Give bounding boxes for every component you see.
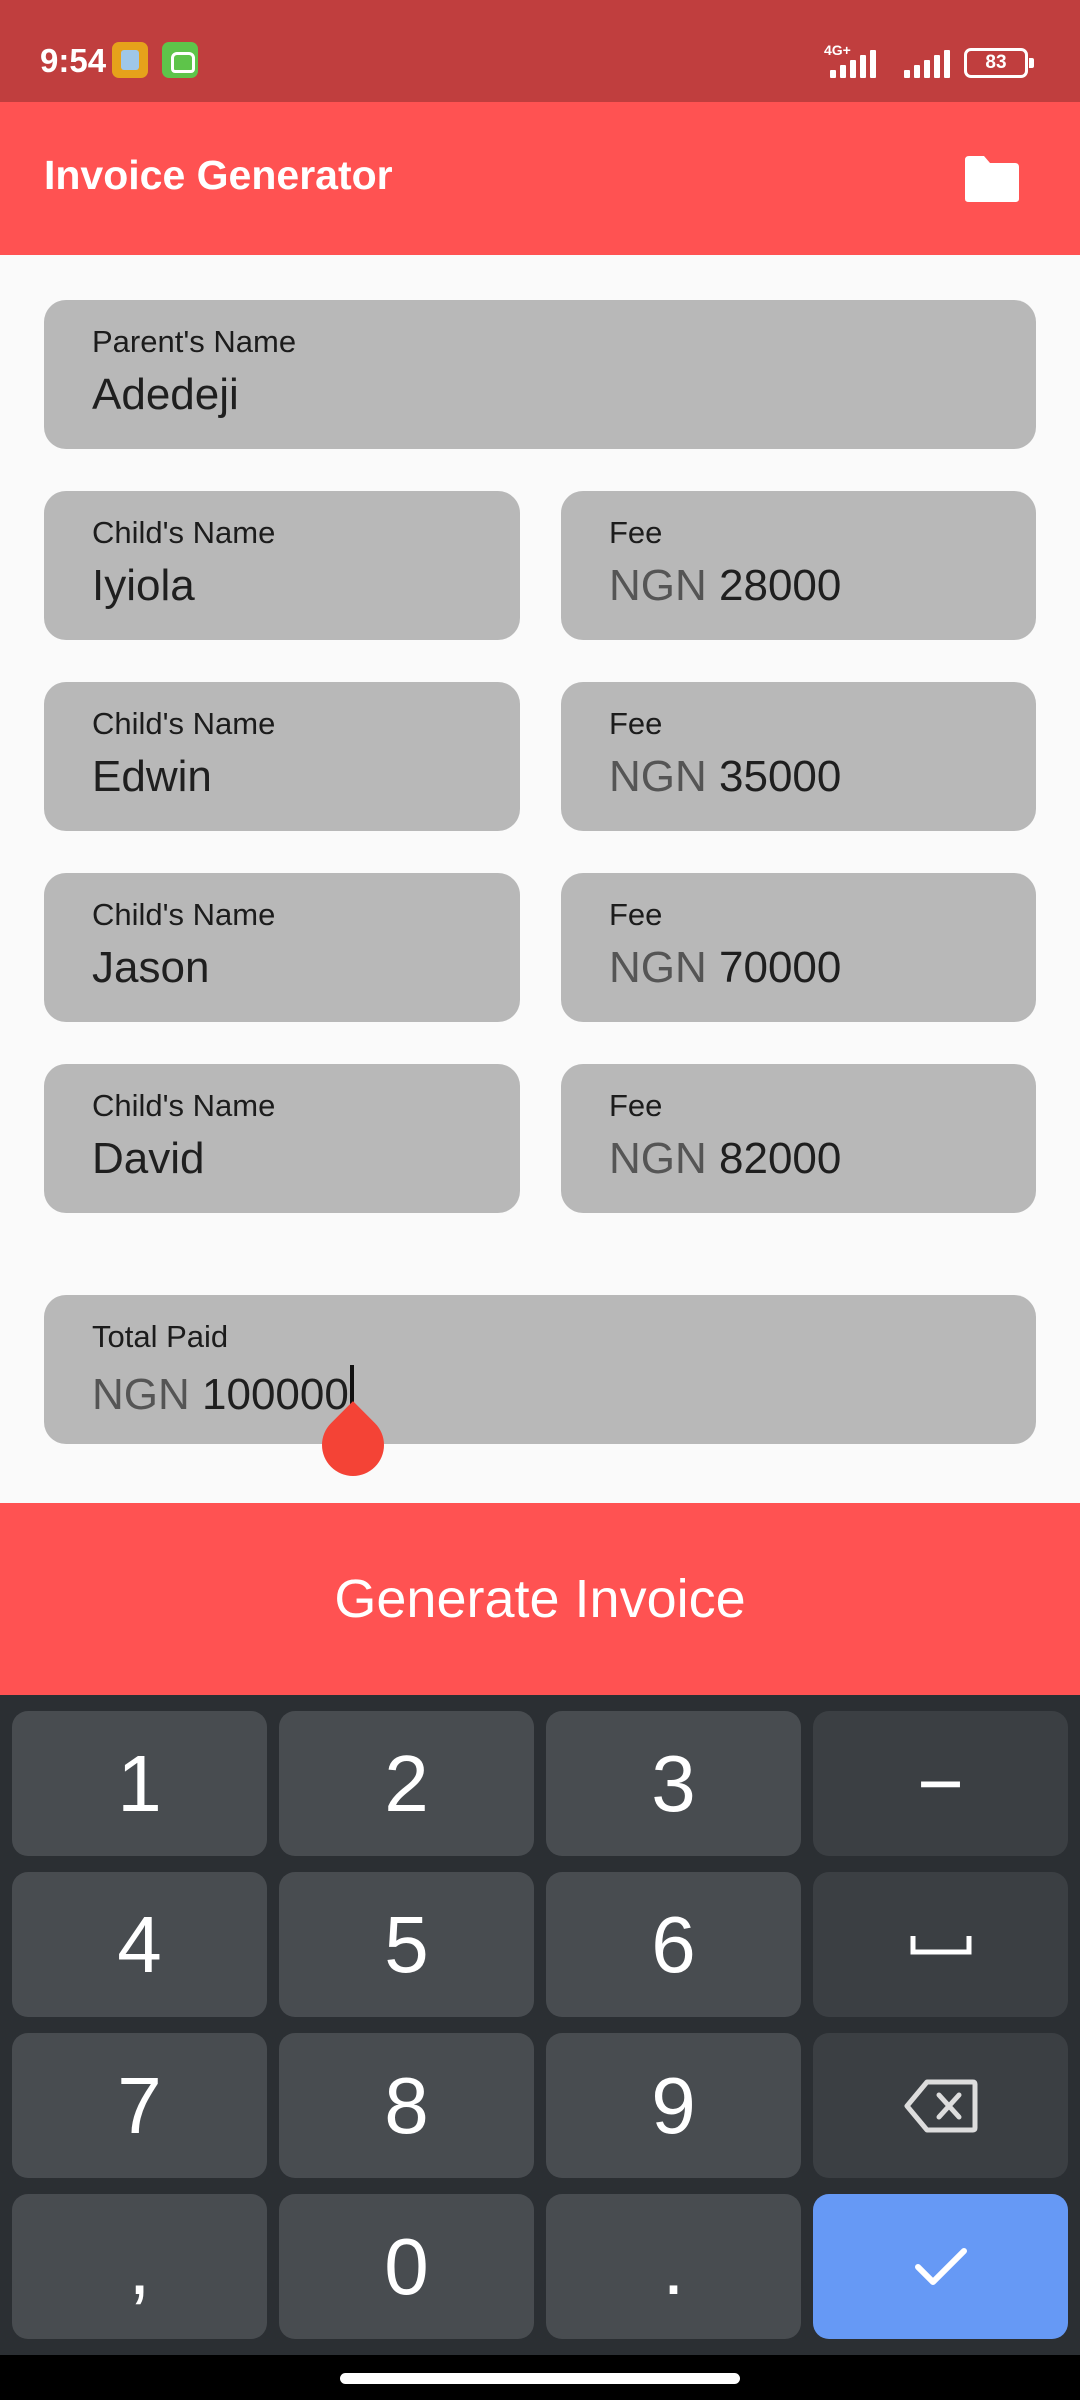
currency-prefix: NGN xyxy=(609,561,707,610)
app-title: Invoice Generator xyxy=(44,152,393,198)
battery-icon: 83 xyxy=(964,48,1034,78)
key-4[interactable]: 4 xyxy=(12,1872,267,2017)
child-name-field[interactable]: Child's Name Jason xyxy=(44,873,520,1022)
total-paid-label: Total Paid xyxy=(92,1319,229,1354)
backspace-icon xyxy=(904,2079,977,2132)
minus-key[interactable]: − xyxy=(813,1711,1068,1856)
status-bar: 9:54 4G+ 83 xyxy=(0,0,1080,102)
currency-prefix: NGN xyxy=(609,752,707,801)
child-name-value: Jason xyxy=(92,943,210,992)
child-name-value: David xyxy=(92,1134,205,1183)
fee-value: NGN 35000 xyxy=(609,752,841,802)
app-bar: Invoice Generator xyxy=(0,102,1080,255)
signal-strength-icon xyxy=(904,48,950,78)
key-3[interactable]: 3 xyxy=(546,1711,801,1856)
key-2[interactable]: 2 xyxy=(279,1711,534,1856)
notification-app-icon xyxy=(112,42,148,78)
fee-value: NGN 82000 xyxy=(609,1134,841,1184)
signal-strength-icon xyxy=(830,48,876,78)
child-name-field[interactable]: Child's Name David xyxy=(44,1064,520,1213)
fee-field[interactable]: Fee NGN 35000 xyxy=(561,682,1036,831)
child-name-value: Edwin xyxy=(92,752,212,801)
gesture-navigation-bar xyxy=(0,2355,1080,2400)
fee-label: Fee xyxy=(609,515,663,550)
key-5[interactable]: 5 xyxy=(279,1872,534,2017)
total-paid-value: NGN 100000 xyxy=(92,1365,354,1420)
total-paid-field[interactable]: Total Paid NGN 100000 xyxy=(44,1295,1036,1444)
parent-name-field[interactable]: Parent's Name Adedeji xyxy=(44,300,1036,449)
fee-value: NGN 70000 xyxy=(609,943,841,993)
total-paid-amount: 100000 xyxy=(202,1370,349,1419)
parent-name-value: Adedeji xyxy=(92,370,239,419)
space-key[interactable] xyxy=(813,1872,1068,2017)
fee-label: Fee xyxy=(609,706,663,741)
home-gesture-handle[interactable] xyxy=(340,2373,740,2384)
child-name-field[interactable]: Child's Name Edwin xyxy=(44,682,520,831)
currency-prefix: NGN xyxy=(609,943,707,992)
space-icon xyxy=(910,1935,971,1954)
parent-name-label: Parent's Name xyxy=(92,324,297,359)
fee-label: Fee xyxy=(609,1088,663,1123)
child-name-field[interactable]: Child's Name Iyiola xyxy=(44,491,520,640)
comma-key[interactable]: , xyxy=(12,2194,267,2339)
child-name-label: Child's Name xyxy=(92,1088,276,1123)
period-key[interactable]: . xyxy=(546,2194,801,2339)
currency-prefix: NGN xyxy=(609,1134,707,1183)
child-name-label: Child's Name xyxy=(92,897,276,932)
checkmark-icon xyxy=(914,2247,967,2285)
fee-amount: 28000 xyxy=(719,561,842,610)
numeric-keyboard: 1 2 3 − 4 5 6 7 8 9 , 0 . xyxy=(0,1695,1080,2355)
fee-amount: 70000 xyxy=(719,943,842,992)
fee-amount: 35000 xyxy=(719,752,842,801)
fee-amount: 82000 xyxy=(719,1134,842,1183)
status-time: 9:54 xyxy=(40,42,107,79)
key-0[interactable]: 0 xyxy=(279,2194,534,2339)
key-1[interactable]: 1 xyxy=(12,1711,267,1856)
enter-key[interactable] xyxy=(813,2194,1068,2339)
child-name-value: Iyiola xyxy=(92,561,195,610)
key-8[interactable]: 8 xyxy=(279,2033,534,2178)
key-9[interactable]: 9 xyxy=(546,2033,801,2178)
folder-icon[interactable] xyxy=(962,154,1022,204)
fee-label: Fee xyxy=(609,897,663,932)
battery-level: 83 xyxy=(985,52,1007,73)
fee-field[interactable]: Fee NGN 70000 xyxy=(561,873,1036,1022)
backspace-key[interactable] xyxy=(813,2033,1068,2178)
key-6[interactable]: 6 xyxy=(546,1872,801,2017)
key-7[interactable]: 7 xyxy=(12,2033,267,2178)
currency-prefix: NGN xyxy=(92,1370,190,1419)
child-name-label: Child's Name xyxy=(92,706,276,741)
android-notification-icon xyxy=(162,42,198,78)
generate-invoice-button[interactable]: Generate Invoice xyxy=(0,1503,1080,1695)
child-name-label: Child's Name xyxy=(92,515,276,550)
fee-field[interactable]: Fee NGN 82000 xyxy=(561,1064,1036,1213)
fee-value: NGN 28000 xyxy=(609,561,841,611)
fee-field[interactable]: Fee NGN 28000 xyxy=(561,491,1036,640)
